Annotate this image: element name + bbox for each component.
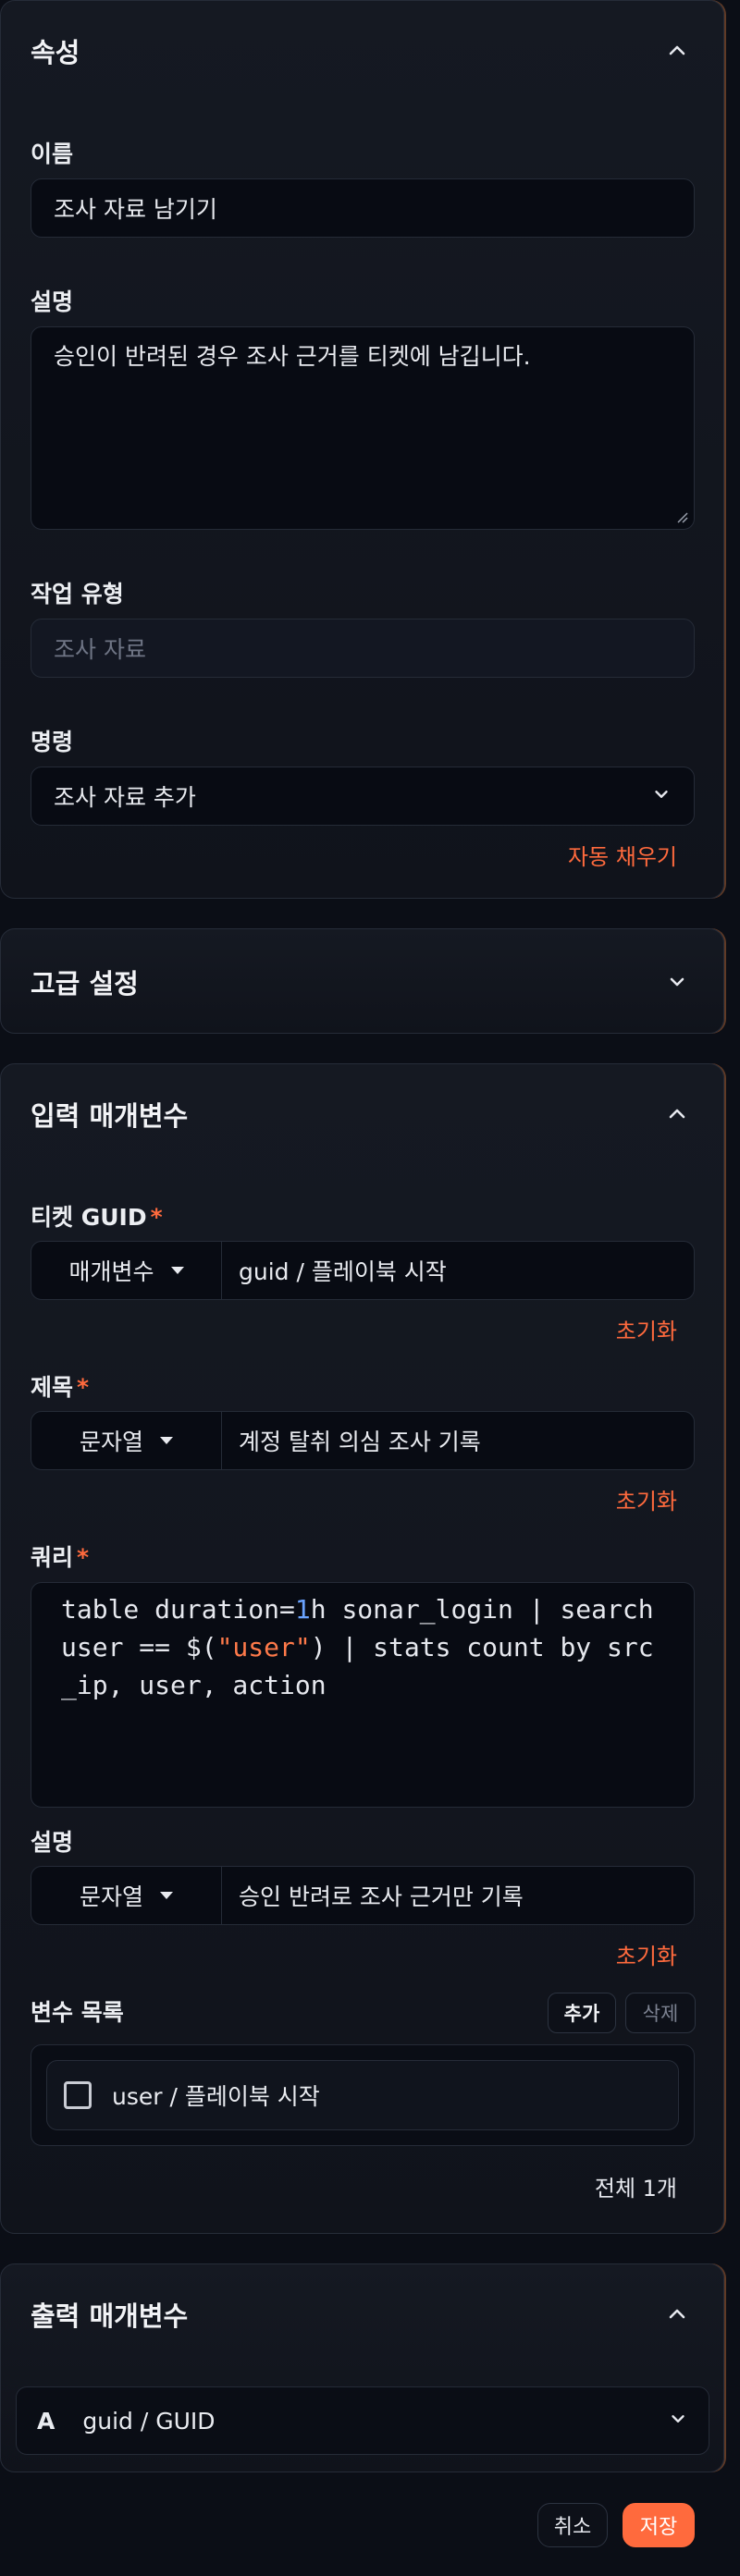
- param-description-field: 문자열 승인 반려로 조사 근거만 기록: [31, 1866, 695, 1925]
- input-params-header[interactable]: 입력 매개변수: [31, 1096, 694, 1133]
- output-params-panel: 출력 매개변수 A guid / GUID: [0, 2263, 724, 2472]
- output-param-select[interactable]: A guid / GUID: [16, 2386, 709, 2455]
- ticket-guid-reset-link[interactable]: 초기화: [616, 1313, 677, 1345]
- command-select[interactable]: 조사 자료 추가: [31, 767, 695, 826]
- required-mark: *: [77, 1544, 90, 1571]
- ticket-guid-type: 매개변수: [68, 1258, 154, 1285]
- query-editor[interactable]: table duration=1h sonar_login | search u…: [31, 1582, 695, 1808]
- description-textarea[interactable]: 승인이 반려된 경우 조사 근거를 티켓에 남깁니다.: [31, 326, 695, 530]
- name-label: 이름: [31, 141, 74, 167]
- checkbox[interactable]: [64, 2081, 92, 2109]
- resize-grip-icon[interactable]: [675, 510, 688, 523]
- subject-label-text: 제목: [31, 1374, 74, 1401]
- command-value: 조사 자료 추가: [54, 784, 196, 811]
- delete-variable-button[interactable]: 삭제: [625, 1993, 696, 2033]
- properties-title: 속성: [31, 37, 80, 68]
- ticket-guid-label: 티켓 GUID *: [31, 1199, 163, 1233]
- cancel-button[interactable]: 취소: [537, 2503, 608, 2547]
- input-params-panel: 입력 매개변수 티켓 GUID * 매개변수 guid / 플레이북 시작 초기화…: [0, 1063, 724, 2234]
- query-code-string: "user": [216, 1632, 311, 1662]
- chevron-down-icon: [668, 2409, 688, 2433]
- name-input[interactable]: 조사 자료 남기기: [31, 178, 695, 238]
- properties-panel: 속성 이름 조사 자료 남기기 설명 승인이 반려된 경우 조사 근거를 티켓에…: [0, 0, 724, 899]
- subject-label: 제목 *: [31, 1369, 89, 1403]
- advanced-header[interactable]: 고급 설정: [31, 963, 694, 1000]
- add-variable-button[interactable]: 추가: [548, 1993, 616, 2033]
- param-description-type: 문자열: [79, 1883, 143, 1910]
- subject-reset-link[interactable]: 초기화: [616, 1483, 677, 1515]
- chevron-up-icon[interactable]: [660, 2298, 694, 2331]
- chevron-down-icon: [651, 783, 672, 810]
- subject-value[interactable]: 계정 탈취 의심 조사 기록: [222, 1412, 694, 1469]
- command-label: 명령: [31, 729, 74, 755]
- subject-type-select[interactable]: 문자열: [31, 1412, 222, 1469]
- save-button[interactable]: 저장: [623, 2503, 695, 2547]
- param-description-reset-link[interactable]: 초기화: [616, 1938, 677, 1970]
- query-code-number: 1: [294, 1594, 311, 1625]
- param-description-label: 설명: [31, 1829, 74, 1856]
- description-text: 승인이 반려된 경우 조사 근거를 티켓에 남깁니다.: [54, 343, 531, 370]
- required-mark: *: [77, 1374, 90, 1401]
- ticket-guid-type-select[interactable]: 매개변수: [31, 1242, 222, 1299]
- variables-label: 변수 목록: [31, 1999, 124, 2026]
- page: 속성 이름 조사 자료 남기기 설명 승인이 반려된 경우 조사 근거를 티켓에…: [0, 0, 740, 2576]
- output-params-header[interactable]: 출력 매개변수: [31, 2296, 694, 2333]
- caret-down-icon: [160, 1892, 173, 1899]
- task-type-label: 작업 유형: [31, 581, 124, 607]
- variable-text: user / 플레이북 시작: [112, 2083, 320, 2110]
- ticket-guid-field: 매개변수 guid / 플레이북 시작: [31, 1241, 695, 1300]
- query-code-text: table duration=: [61, 1594, 295, 1625]
- description-label: 설명: [31, 288, 74, 315]
- advanced-panel[interactable]: 고급 설정: [0, 928, 724, 1034]
- chevron-up-icon[interactable]: [660, 1098, 694, 1131]
- string-type-icon: A: [37, 2407, 56, 2435]
- variables-total-count: 전체 1개: [594, 2176, 677, 2202]
- query-label-text: 쿼리: [31, 1544, 74, 1571]
- caret-down-icon: [170, 1267, 184, 1274]
- ticket-guid-label-text: 티켓 GUID: [31, 1204, 147, 1231]
- variables-list: user / 플레이북 시작: [31, 2044, 695, 2146]
- autofill-link[interactable]: 자동 채우기: [568, 839, 677, 871]
- param-description-value[interactable]: 승인 반려로 조사 근거만 기록: [222, 1867, 694, 1924]
- properties-header[interactable]: 속성: [31, 32, 694, 69]
- advanced-title: 고급 설정: [31, 968, 139, 1000]
- output-param-text: guid / GUID: [82, 2407, 216, 2435]
- chevron-up-icon[interactable]: [660, 34, 694, 67]
- list-item[interactable]: user / 플레이북 시작: [46, 2060, 679, 2130]
- chevron-down-icon[interactable]: [660, 965, 694, 999]
- ticket-guid-value[interactable]: guid / 플레이북 시작: [222, 1242, 694, 1299]
- caret-down-icon: [160, 1437, 173, 1444]
- input-params-title: 입력 매개변수: [31, 1100, 189, 1132]
- task-type-input[interactable]: 조사 자료: [31, 619, 695, 678]
- output-params-title: 출력 매개변수: [31, 2300, 189, 2332]
- subject-field: 문자열 계정 탈취 의심 조사 기록: [31, 1411, 695, 1470]
- query-label: 쿼리 *: [31, 1539, 89, 1573]
- subject-type: 문자열: [79, 1429, 143, 1455]
- required-mark: *: [150, 1204, 163, 1231]
- param-description-type-select[interactable]: 문자열: [31, 1867, 222, 1924]
